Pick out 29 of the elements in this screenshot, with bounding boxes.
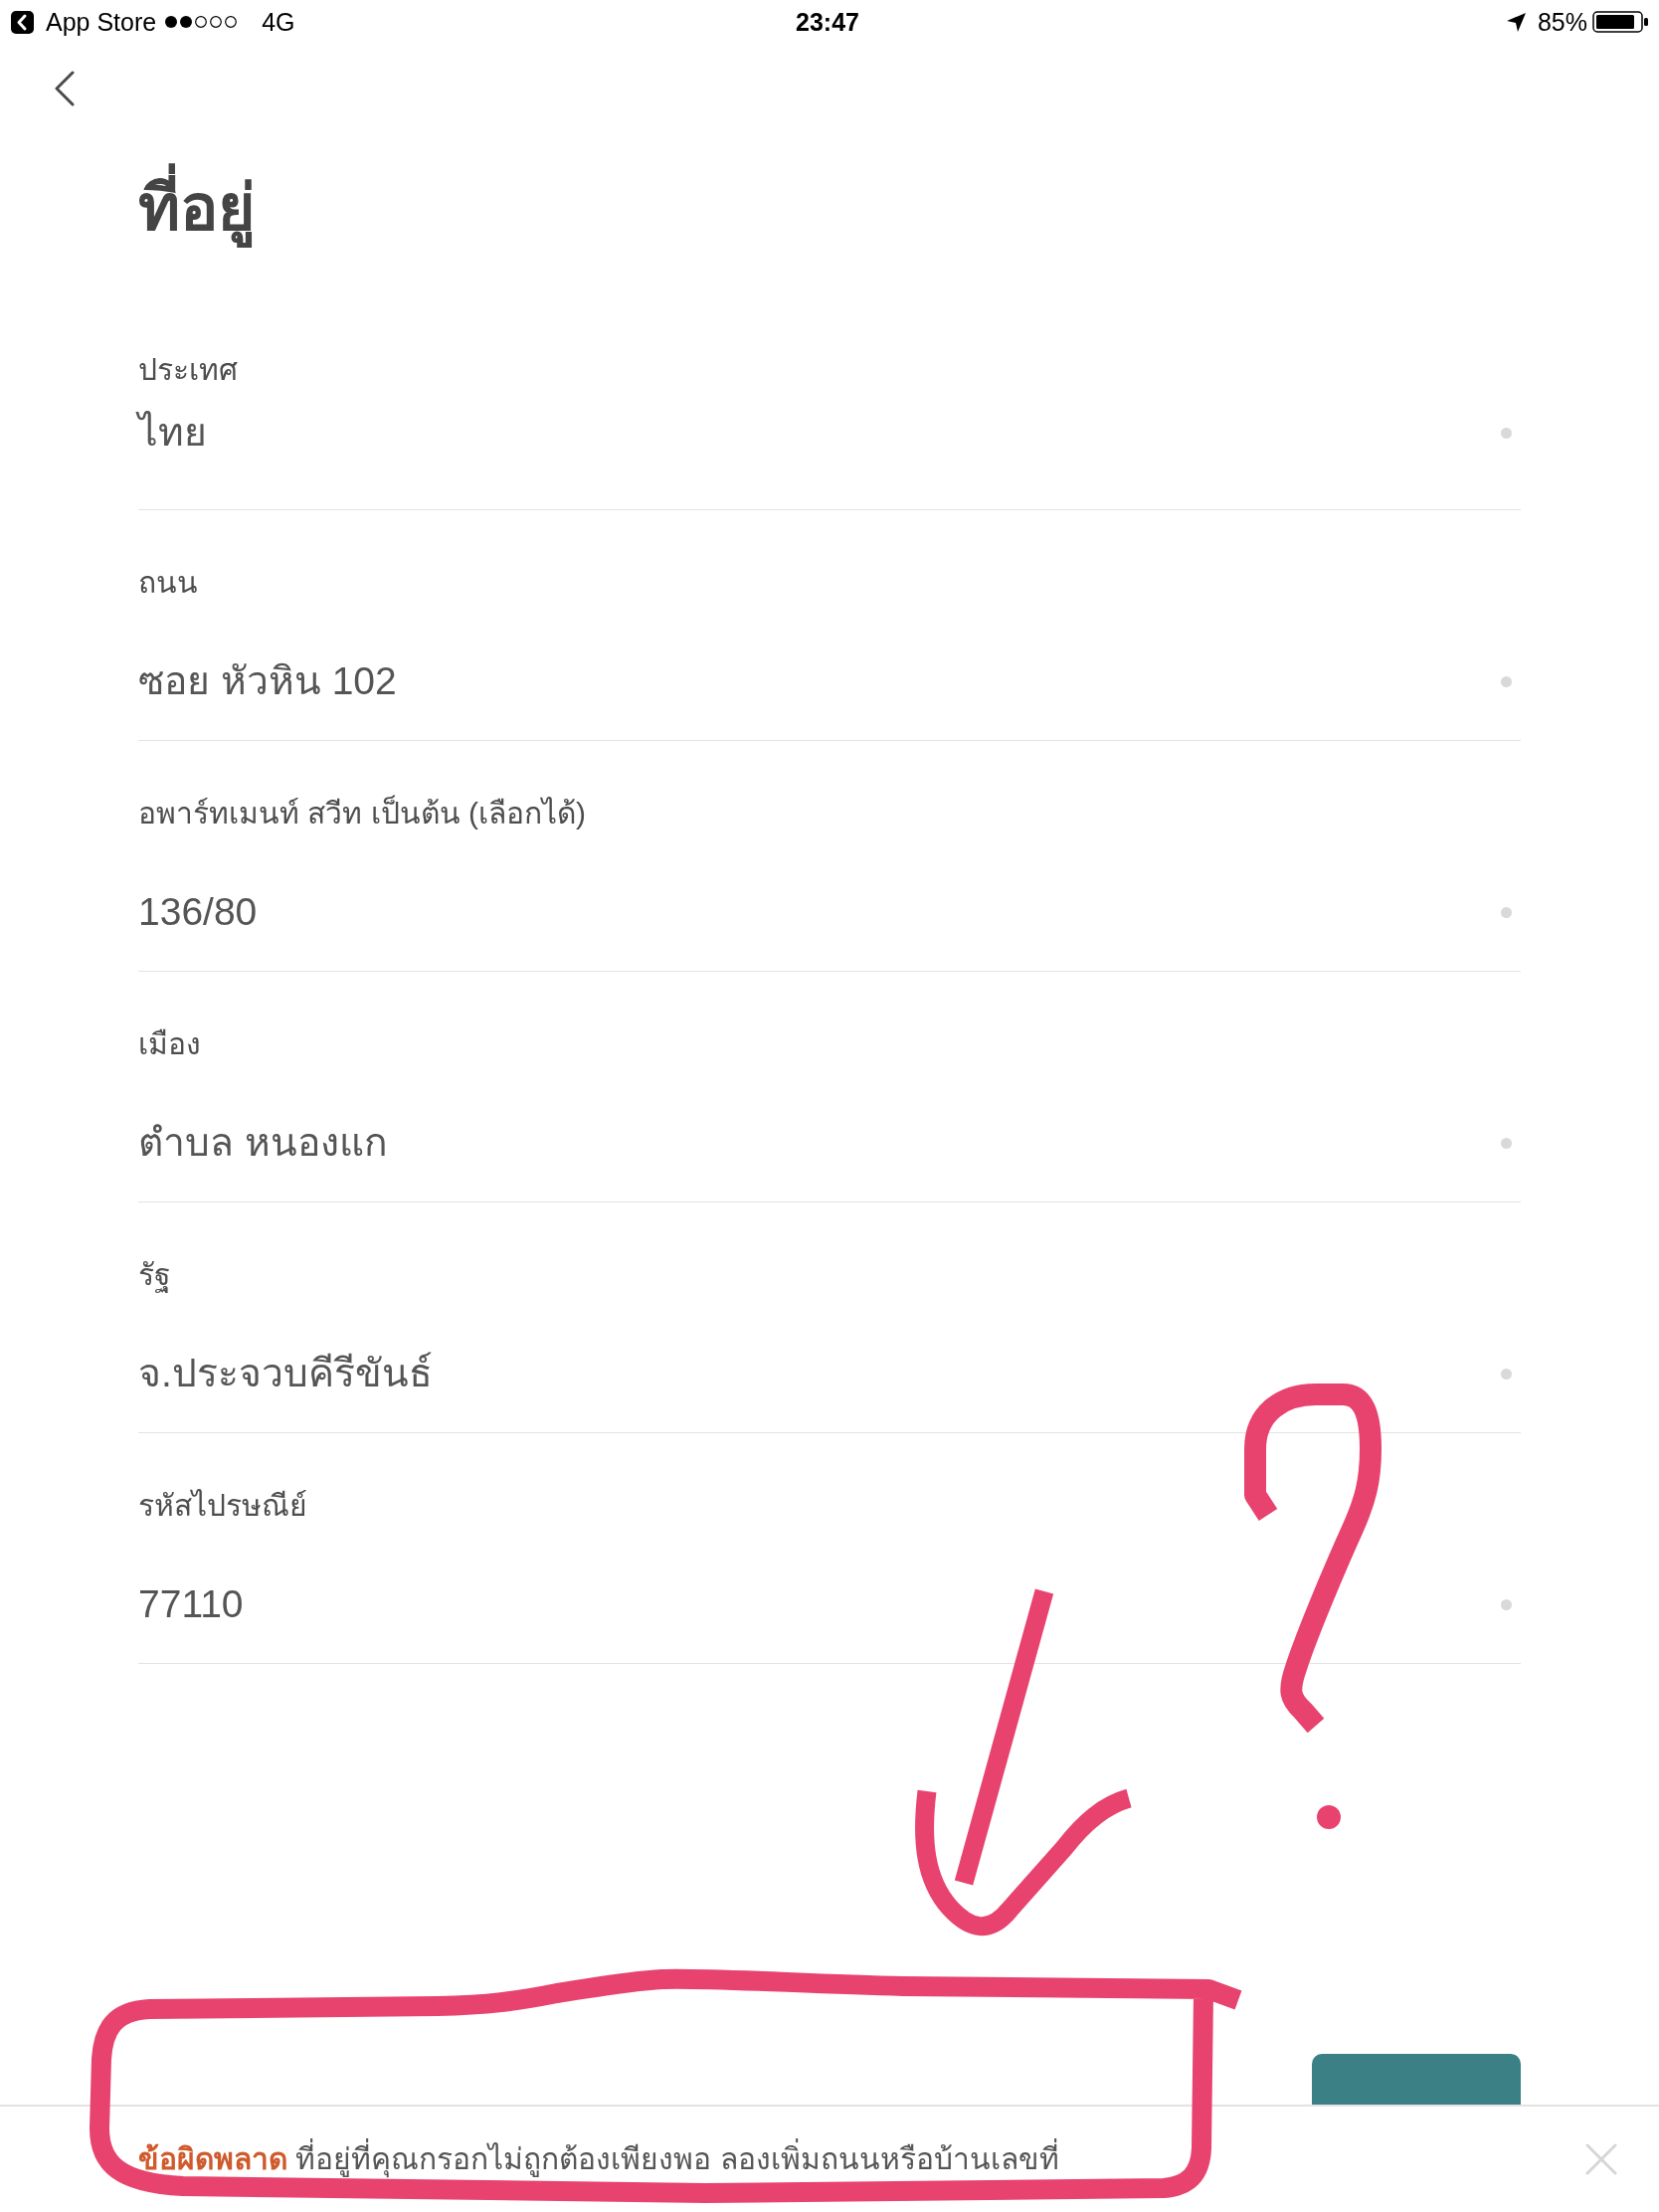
signal-strength-icon bbox=[164, 15, 240, 29]
dot-icon bbox=[1501, 427, 1512, 439]
location-arrow-icon bbox=[1506, 12, 1526, 32]
input-field[interactable]: 136/80 bbox=[138, 884, 1521, 940]
back-to-app-label[interactable]: App Store bbox=[46, 7, 157, 37]
field-label: รหัสไปรษณีย์ bbox=[138, 1488, 307, 1524]
battery-icon bbox=[1592, 11, 1648, 33]
clock-time: 23:47 bbox=[796, 7, 859, 37]
dot-icon bbox=[1501, 1598, 1512, 1610]
field-label: รัฐ bbox=[138, 1257, 171, 1295]
dot-icon bbox=[1501, 1368, 1512, 1380]
network-type: 4G bbox=[262, 7, 295, 37]
input-field[interactable]: 77110 bbox=[138, 1576, 1521, 1632]
dot-icon bbox=[1501, 906, 1512, 918]
field-label: เมือง bbox=[138, 1026, 201, 1062]
input-field[interactable]: ซอย หัวหิน 102 bbox=[138, 653, 1521, 709]
field-label: ถนน bbox=[138, 565, 198, 601]
dot-icon bbox=[1501, 675, 1512, 687]
dot-icon bbox=[1501, 1137, 1512, 1149]
field-label: ประเทศ bbox=[138, 352, 238, 388]
close-icon bbox=[1585, 2143, 1617, 2175]
back-to-app-icon[interactable] bbox=[11, 10, 34, 34]
error-message: ข้อผิดพลาด ที่อยู่ที่คุณกรอกไม่ถูกต้องเพียงพอ ลองเพิ่มถนนหรือบ้านเลขที่ bbox=[138, 2137, 1059, 2181]
input-field[interactable]: ตำบล หนองแก bbox=[138, 1115, 1521, 1171]
input-field[interactable]: จ.ประจวบคีรีขันธ์ bbox=[138, 1346, 1521, 1401]
field-label: อพาร์ทเมนท์ สวีท เป็นต้น (เลือกได้) bbox=[138, 794, 586, 831]
page-title: ที่อยู่ bbox=[138, 153, 256, 263]
back-icon bbox=[55, 71, 75, 106]
battery-percentage: 85% bbox=[1537, 7, 1587, 37]
